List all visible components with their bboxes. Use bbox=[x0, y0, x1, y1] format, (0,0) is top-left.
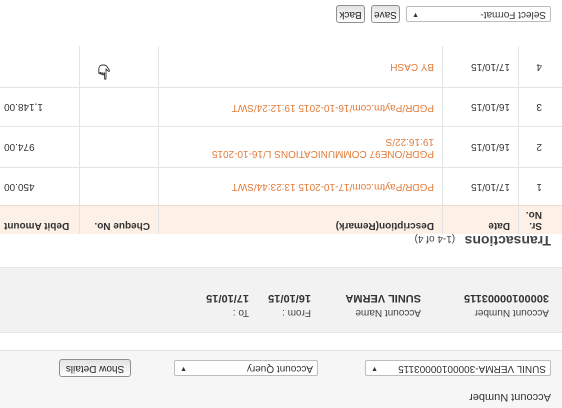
transactions-title: Transactions bbox=[464, 233, 551, 249]
row-debit-amount bbox=[0, 46, 80, 87]
transactions-count: (1-4 of 4) bbox=[414, 233, 456, 244]
caret-down-icon: ▼ bbox=[180, 365, 187, 372]
table-header-row: Sr. No. Date Description(Remark) Cheque … bbox=[0, 205, 562, 234]
description-line-1: PGDR/Paytm.com/16-10-2015 19:12:24/SWT bbox=[231, 102, 434, 113]
header-cheque-no: Cheque No. bbox=[80, 206, 159, 234]
from-date-value: 16/10/15 bbox=[268, 292, 311, 304]
summary-from-date: From : 16/10/15 bbox=[268, 292, 311, 318]
table-row: 2 16/10/15 PGDR/ONE97 COMMUNICATIONS L/1… bbox=[0, 126, 562, 167]
table-row: 3 16/10/15 PGDR/Paytm.com/16-10-2015 19:… bbox=[0, 87, 562, 126]
summary-to-date: To : 17/10/15 bbox=[206, 292, 249, 318]
account-name-value: SUNIL VERMA bbox=[345, 292, 421, 304]
row-sr-no: 1 bbox=[536, 181, 542, 192]
to-date-value: 17/10/15 bbox=[206, 292, 249, 304]
header-description: Description(Remark) bbox=[159, 206, 443, 234]
header-debit-amount: Debit Amount bbox=[0, 206, 80, 234]
account-statement-page: Account Number SUNIL VERMA-3000010000311… bbox=[0, 0, 562, 408]
summary-account-name: Account Name SUNIL VERMA bbox=[345, 292, 421, 318]
account-select-value: SUNIL VERMA-30000100003115 bbox=[398, 363, 546, 374]
row-cheque-no bbox=[80, 127, 159, 167]
to-caption: To : bbox=[232, 307, 249, 318]
description-link[interactable]: PGDR/ONE97 COMMUNICATIONS L/16-10-2015 1… bbox=[212, 135, 434, 159]
row-debit-amount: 974.00 bbox=[0, 127, 80, 167]
bottom-action-bar: Select Format- ▼ Save Back bbox=[0, 0, 562, 26]
row-sr-no: 4 bbox=[536, 61, 542, 72]
row-sr-no: 2 bbox=[536, 141, 542, 153]
row-debit-amount: 450.00 bbox=[0, 168, 80, 205]
account-name-caption: Account Name bbox=[355, 307, 421, 318]
account-select[interactable]: SUNIL VERMA-30000100003115 ▼ bbox=[365, 360, 551, 376]
description-link[interactable]: PGDR/Paytm.com/16-10-2015 19:12:24/SWT bbox=[232, 101, 434, 113]
account-summary: Account Number 30000100003115 Account Na… bbox=[0, 267, 562, 333]
account-number-caption: Account Number bbox=[474, 307, 549, 318]
row-description: BY CASH bbox=[159, 46, 443, 87]
transactions-table: Sr. No. Date Description(Remark) Cheque … bbox=[0, 46, 562, 234]
account-number-value: 30000100003115 bbox=[463, 292, 549, 304]
query-type-select-value: Account Query bbox=[246, 363, 313, 374]
show-details-button[interactable]: Show Details bbox=[59, 359, 131, 377]
description-line-2: 19:16:22/S bbox=[385, 136, 434, 147]
caret-down-icon: ▼ bbox=[412, 11, 419, 18]
description-link[interactable]: BY CASH bbox=[390, 61, 434, 73]
table-row: 1 17/10/15 PGDR/Paytm.com/17-10-2015 13:… bbox=[0, 167, 562, 205]
save-button[interactable]: Save bbox=[371, 5, 400, 23]
row-date: 16/10/15 bbox=[443, 127, 519, 167]
row-cheque-no bbox=[80, 46, 159, 87]
description-line-1: PGDR/Paytm.com/17-10-2015 13:23:44/SWT bbox=[231, 181, 434, 193]
row-description: PGDR/Paytm.com/16-10-2015 19:12:24/SWT bbox=[159, 88, 443, 126]
description-line-1: BY CASH bbox=[390, 61, 434, 73]
row-cheque-no bbox=[80, 168, 159, 205]
account-number-label: Account Number bbox=[469, 391, 551, 403]
description-link[interactable]: PGDR/Paytm.com/17-10-2015 13:23:44/SWT bbox=[232, 181, 434, 193]
caret-down-icon: ▼ bbox=[371, 365, 378, 372]
format-select-value: Select Format- bbox=[480, 9, 546, 20]
row-cheque-no bbox=[80, 88, 159, 126]
back-button[interactable]: Back bbox=[336, 5, 365, 23]
row-date: 17/10/15 bbox=[443, 46, 519, 87]
header-date: Date bbox=[443, 206, 519, 234]
from-caption: From : bbox=[282, 307, 311, 318]
row-debit-amount: 1,148.00 bbox=[0, 88, 80, 126]
row-description: PGDR/Paytm.com/17-10-2015 13:23:44/SWT bbox=[159, 168, 443, 205]
row-date: 17/10/15 bbox=[443, 168, 519, 205]
row-date: 16/10/15 bbox=[443, 88, 519, 126]
hand-pointer-icon bbox=[98, 64, 110, 80]
row-sr-no: 3 bbox=[536, 101, 542, 113]
header-sr-no: Sr. No. bbox=[525, 209, 542, 231]
table-row: 4 17/10/15 BY CASH bbox=[0, 46, 562, 87]
query-type-select[interactable]: Account Query ▼ bbox=[174, 360, 318, 376]
account-selection-panel: Account Number SUNIL VERMA-3000010000311… bbox=[0, 350, 562, 408]
description-line-1: PGDR/ONE97 COMMUNICATIONS L/16-10-2015 bbox=[211, 148, 434, 159]
format-select[interactable]: Select Format- ▼ bbox=[406, 6, 551, 22]
row-description: PGDR/ONE97 COMMUNICATIONS L/16-10-2015 1… bbox=[159, 127, 443, 167]
summary-account-number: Account Number 30000100003115 bbox=[464, 292, 549, 318]
